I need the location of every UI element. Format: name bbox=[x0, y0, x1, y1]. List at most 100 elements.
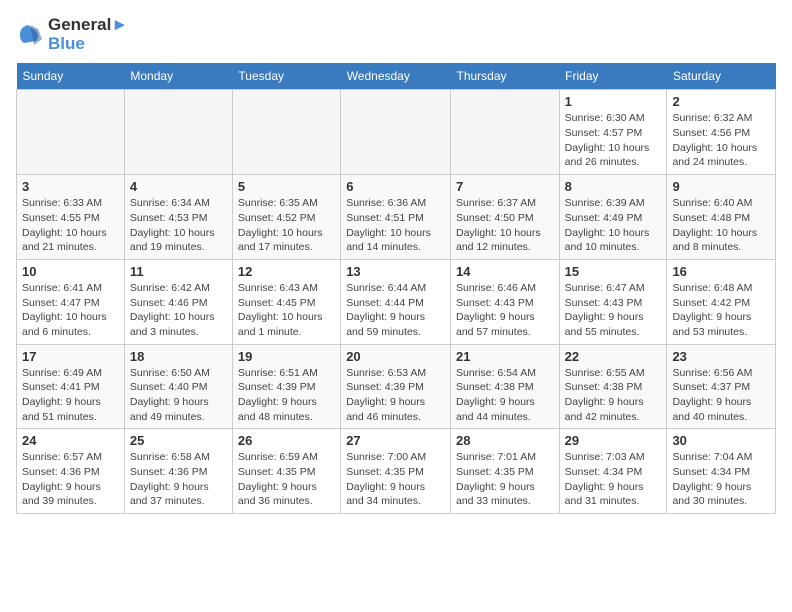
col-header-monday: Monday bbox=[124, 63, 232, 90]
day-info: Sunrise: 6:57 AM Sunset: 4:36 PM Dayligh… bbox=[22, 450, 119, 509]
day-number: 20 bbox=[346, 349, 445, 364]
calendar-cell: 10Sunrise: 6:41 AM Sunset: 4:47 PM Dayli… bbox=[17, 259, 125, 344]
day-number: 28 bbox=[456, 433, 554, 448]
calendar-cell bbox=[341, 90, 451, 175]
day-number: 1 bbox=[565, 94, 662, 109]
day-info: Sunrise: 7:01 AM Sunset: 4:35 PM Dayligh… bbox=[456, 450, 554, 509]
day-info: Sunrise: 6:55 AM Sunset: 4:38 PM Dayligh… bbox=[565, 366, 662, 425]
day-info: Sunrise: 7:00 AM Sunset: 4:35 PM Dayligh… bbox=[346, 450, 445, 509]
col-header-tuesday: Tuesday bbox=[232, 63, 340, 90]
page-header: General► Blue bbox=[16, 16, 776, 53]
day-info: Sunrise: 6:56 AM Sunset: 4:37 PM Dayligh… bbox=[672, 366, 770, 425]
calendar-cell: 13 Sunrise: 6:44 AM Sunset: 4:44 PM Dayli… bbox=[341, 259, 451, 344]
day-number: 30 bbox=[672, 433, 770, 448]
day-info: Sunrise: 6:53 AM Sunset: 4:39 PM Dayligh… bbox=[346, 366, 445, 425]
calendar-cell: 6Sunrise: 6:36 AM Sunset: 4:51 PM Daylig… bbox=[341, 175, 451, 260]
calendar-cell: 3 Sunrise: 6:33 AM Sunset: 4:55 PM Daylig… bbox=[17, 175, 125, 260]
day-info: Sunrise: 6:54 AM Sunset: 4:38 PM Dayligh… bbox=[456, 366, 554, 425]
day-info: Sunrise: 6:40 AM Sunset: 4:48 PM Dayligh… bbox=[672, 196, 770, 255]
day-number: 8 bbox=[565, 179, 662, 194]
day-info: Sunrise: 6:43 AM Sunset: 4:45 PM Dayligh… bbox=[238, 281, 335, 340]
day-info: Sunrise: 6:34 AM Sunset: 4:53 PM Dayligh… bbox=[130, 196, 227, 255]
calendar-cell: 19 Sunrise: 6:51 AM Sunset: 4:39 PM Dayli… bbox=[232, 344, 340, 429]
day-info: Sunrise: 6:39 AM Sunset: 4:49 PM Dayligh… bbox=[565, 196, 662, 255]
calendar-cell: 5 Sunrise: 6:35 AM Sunset: 4:52 PM Daylig… bbox=[232, 175, 340, 260]
calendar-cell: 18 Sunrise: 6:50 AM Sunset: 4:40 PM Dayli… bbox=[124, 344, 232, 429]
day-number: 9 bbox=[672, 179, 770, 194]
calendar-table: SundayMondayTuesdayWednesdayThursdayFrid… bbox=[16, 63, 776, 514]
day-number: 16 bbox=[672, 264, 770, 279]
day-info: Sunrise: 7:04 AM Sunset: 4:34 PM Dayligh… bbox=[672, 450, 770, 509]
calendar-cell bbox=[450, 90, 559, 175]
day-number: 17 bbox=[22, 349, 119, 364]
day-number: 26 bbox=[238, 433, 335, 448]
day-number: 6 bbox=[346, 179, 445, 194]
day-info: Sunrise: 6:51 AM Sunset: 4:39 PM Dayligh… bbox=[238, 366, 335, 425]
week-row-5: 24Sunrise: 6:57 AM Sunset: 4:36 PM Dayli… bbox=[17, 429, 776, 514]
day-number: 11 bbox=[130, 264, 227, 279]
day-number: 21 bbox=[456, 349, 554, 364]
day-info: Sunrise: 6:50 AM Sunset: 4:40 PM Dayligh… bbox=[130, 366, 227, 425]
day-info: Sunrise: 6:58 AM Sunset: 4:36 PM Dayligh… bbox=[130, 450, 227, 509]
calendar-cell: 27 Sunrise: 7:00 AM Sunset: 4:35 PM Dayli… bbox=[341, 429, 451, 514]
day-number: 2 bbox=[672, 94, 770, 109]
week-row-4: 17 Sunrise: 6:49 AM Sunset: 4:41 PM Dayli… bbox=[17, 344, 776, 429]
col-header-friday: Friday bbox=[559, 63, 667, 90]
day-number: 12 bbox=[238, 264, 335, 279]
week-row-2: 3 Sunrise: 6:33 AM Sunset: 4:55 PM Daylig… bbox=[17, 175, 776, 260]
day-info: Sunrise: 6:35 AM Sunset: 4:52 PM Dayligh… bbox=[238, 196, 335, 255]
calendar-cell: 17 Sunrise: 6:49 AM Sunset: 4:41 PM Dayli… bbox=[17, 344, 125, 429]
day-info: Sunrise: 6:33 AM Sunset: 4:55 PM Dayligh… bbox=[22, 196, 119, 255]
logo-icon bbox=[16, 21, 44, 49]
day-number: 19 bbox=[238, 349, 335, 364]
col-header-saturday: Saturday bbox=[667, 63, 776, 90]
header-row: SundayMondayTuesdayWednesdayThursdayFrid… bbox=[17, 63, 776, 90]
day-number: 27 bbox=[346, 433, 445, 448]
calendar-cell: 7Sunrise: 6:37 AM Sunset: 4:50 PM Daylig… bbox=[450, 175, 559, 260]
calendar-cell: 9 Sunrise: 6:40 AM Sunset: 4:48 PM Daylig… bbox=[667, 175, 776, 260]
col-header-sunday: Sunday bbox=[17, 63, 125, 90]
day-number: 23 bbox=[672, 349, 770, 364]
day-number: 13 bbox=[346, 264, 445, 279]
calendar-cell: 24Sunrise: 6:57 AM Sunset: 4:36 PM Dayli… bbox=[17, 429, 125, 514]
calendar-cell: 28 Sunrise: 7:01 AM Sunset: 4:35 PM Dayli… bbox=[450, 429, 559, 514]
calendar-cell: 25 Sunrise: 6:58 AM Sunset: 4:36 PM Dayli… bbox=[124, 429, 232, 514]
calendar-cell: 8 Sunrise: 6:39 AM Sunset: 4:49 PM Daylig… bbox=[559, 175, 667, 260]
calendar-cell bbox=[124, 90, 232, 175]
day-number: 3 bbox=[22, 179, 119, 194]
calendar-cell: 20 Sunrise: 6:53 AM Sunset: 4:39 PM Dayli… bbox=[341, 344, 451, 429]
calendar-cell: 26 Sunrise: 6:59 AM Sunset: 4:35 PM Dayli… bbox=[232, 429, 340, 514]
day-info: Sunrise: 6:44 AM Sunset: 4:44 PM Dayligh… bbox=[346, 281, 445, 340]
day-info: Sunrise: 6:59 AM Sunset: 4:35 PM Dayligh… bbox=[238, 450, 335, 509]
day-number: 25 bbox=[130, 433, 227, 448]
calendar-cell: 29Sunrise: 7:03 AM Sunset: 4:34 PM Dayli… bbox=[559, 429, 667, 514]
day-number: 22 bbox=[565, 349, 662, 364]
day-number: 10 bbox=[22, 264, 119, 279]
calendar-cell: 22 Sunrise: 6:55 AM Sunset: 4:38 PM Dayli… bbox=[559, 344, 667, 429]
col-header-thursday: Thursday bbox=[450, 63, 559, 90]
day-number: 18 bbox=[130, 349, 227, 364]
day-info: Sunrise: 6:46 AM Sunset: 4:43 PM Dayligh… bbox=[456, 281, 554, 340]
day-info: Sunrise: 6:37 AM Sunset: 4:50 PM Dayligh… bbox=[456, 196, 554, 255]
logo-text: General► Blue bbox=[48, 16, 128, 53]
day-number: 29 bbox=[565, 433, 662, 448]
day-info: Sunrise: 6:30 AM Sunset: 4:57 PM Dayligh… bbox=[565, 111, 662, 170]
week-row-3: 10Sunrise: 6:41 AM Sunset: 4:47 PM Dayli… bbox=[17, 259, 776, 344]
week-row-1: 1 Sunrise: 6:30 AM Sunset: 4:57 PM Daylig… bbox=[17, 90, 776, 175]
day-number: 15 bbox=[565, 264, 662, 279]
col-header-wednesday: Wednesday bbox=[341, 63, 451, 90]
calendar-cell: 2 Sunrise: 6:32 AM Sunset: 4:56 PM Daylig… bbox=[667, 90, 776, 175]
day-info: Sunrise: 6:47 AM Sunset: 4:43 PM Dayligh… bbox=[565, 281, 662, 340]
calendar-cell: 30 Sunrise: 7:04 AM Sunset: 4:34 PM Dayli… bbox=[667, 429, 776, 514]
calendar-cell bbox=[232, 90, 340, 175]
calendar-cell: 4 Sunrise: 6:34 AM Sunset: 4:53 PM Daylig… bbox=[124, 175, 232, 260]
day-number: 5 bbox=[238, 179, 335, 194]
day-info: Sunrise: 6:48 AM Sunset: 4:42 PM Dayligh… bbox=[672, 281, 770, 340]
day-number: 4 bbox=[130, 179, 227, 194]
calendar-cell: 23 Sunrise: 6:56 AM Sunset: 4:37 PM Dayli… bbox=[667, 344, 776, 429]
logo: General► Blue bbox=[16, 16, 128, 53]
day-info: Sunrise: 6:49 AM Sunset: 4:41 PM Dayligh… bbox=[22, 366, 119, 425]
calendar-cell: 16 Sunrise: 6:48 AM Sunset: 4:42 PM Dayli… bbox=[667, 259, 776, 344]
day-info: Sunrise: 6:32 AM Sunset: 4:56 PM Dayligh… bbox=[672, 111, 770, 170]
calendar-cell: 14Sunrise: 6:46 AM Sunset: 4:43 PM Dayli… bbox=[450, 259, 559, 344]
